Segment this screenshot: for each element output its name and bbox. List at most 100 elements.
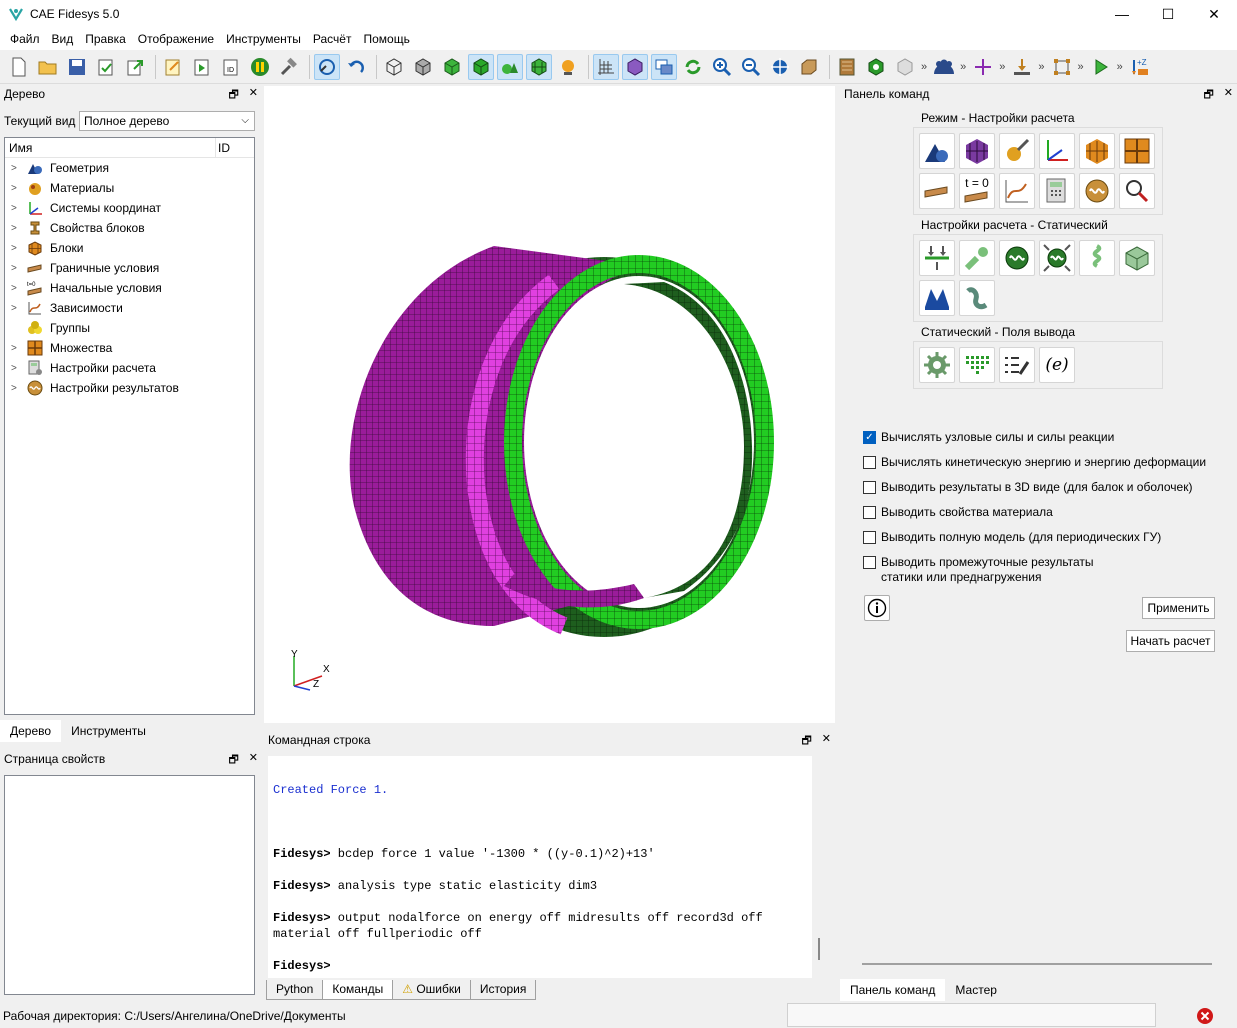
tab-tree[interactable]: Дерево [0,720,62,742]
box-button[interactable] [796,54,822,80]
output-options-button[interactable] [999,347,1035,383]
checkbox[interactable]: ✓ [863,431,876,444]
minimize-button[interactable]: — [1099,0,1145,28]
checkbox[interactable] [863,556,876,569]
build-button[interactable] [276,54,302,80]
tree-item[interactable]: > Материалы [5,178,254,198]
chevron-right-icon[interactable]: > [11,363,17,374]
transparency-button[interactable] [892,54,918,80]
geometry-mode-button[interactable] [919,133,955,169]
menu-view[interactable]: Вид [46,32,80,46]
mesh-quality-button[interactable] [863,54,889,80]
chevron-right-icon[interactable]: > [11,163,17,174]
command-scrollbar[interactable] [812,756,829,978]
chevron-right-icon[interactable]: > [11,303,17,314]
tab-tools[interactable]: Инструменты [61,720,156,742]
blocks-mode-button[interactable] [1079,133,1115,169]
chevron-right-icon[interactable]: > [11,283,17,294]
close-panel-icon[interactable]: ✕ [822,732,831,751]
col-name-header[interactable]: Имя [9,141,32,155]
menu-help[interactable]: Помощь [357,32,415,46]
texture-button[interactable] [834,54,860,80]
lighting-button[interactable] [555,54,581,80]
output-option-checkbox-row[interactable]: ✓ Вычислять узловые силы и силы реакции [863,430,1114,444]
output-option-checkbox-row[interactable]: Выводить свойства материала [863,505,1053,519]
maximize-button[interactable]: ☐ [1145,0,1191,28]
checkbox[interactable] [863,481,876,494]
load-steps-button[interactable] [919,240,955,276]
output-option-checkbox-row[interactable]: Выводить результаты в 3D виде (для балок… [863,480,1192,494]
zoom-out-button[interactable] [738,54,764,80]
float-panel-icon[interactable]: 🗗 [228,751,238,770]
prestress-button[interactable] [1039,240,1075,276]
tab-python[interactable]: Python [266,980,324,1000]
toolbar-overflow-icon[interactable]: » [960,61,966,73]
select-mode-button[interactable] [314,53,340,80]
materials-mode-button[interactable] [999,133,1035,169]
new-file-button[interactable] [6,54,32,80]
spring-button[interactable] [1079,240,1115,276]
shaded-button[interactable] [439,54,465,80]
inspect-mode-button[interactable] [1119,173,1155,209]
open-file-button[interactable] [35,54,61,80]
hidden-line-button[interactable] [410,54,436,80]
save-button[interactable] [64,54,90,80]
export-button[interactable] [122,54,148,80]
error-stop-icon[interactable] [1196,1007,1214,1025]
sort-axes-button[interactable]: +Z [1127,54,1153,80]
float-panel-icon[interactable]: 🗗 [228,86,238,105]
checkbox[interactable] [863,456,876,469]
tree-item[interactable]: > Системы координат [5,198,254,218]
solid-body-button[interactable] [1119,240,1155,276]
pause-button[interactable] [247,54,273,80]
mesh-mode-button[interactable] [959,133,995,169]
toolbar-overflow-icon[interactable]: » [999,61,1005,73]
graphics-viewport[interactable]: Y X Z [264,86,835,723]
tree-item[interactable]: > Геометрия [5,158,254,178]
tree-item[interactable]: Группы [5,318,254,338]
float-panel-icon[interactable]: 🗗 [1203,86,1213,105]
id-script-button[interactable]: ID [218,54,244,80]
toolbar-overflow-icon[interactable]: » [921,61,927,73]
float-panel-icon[interactable]: 🗗 [801,732,811,751]
chevron-right-icon[interactable]: > [11,203,17,214]
current-view-select[interactable]: Полное дерево ⌵ [79,111,255,131]
close-panel-icon[interactable]: ✕ [1224,86,1233,105]
undo-button[interactable] [343,54,369,80]
tree-item[interactable]: > Зависимости [5,298,254,318]
zoom-in-button[interactable] [709,54,735,80]
initial-conditions-mode-button[interactable]: t = 0 [959,173,995,209]
close-panel-icon[interactable]: ✕ [249,751,258,770]
toolbar-overflow-icon[interactable]: » [1117,61,1123,73]
checkbox[interactable] [863,506,876,519]
journal-editor-button[interactable] [160,54,186,80]
menu-calculation[interactable]: Расчёт [307,32,358,46]
col-id-header[interactable]: ID [218,141,230,155]
solid-shade-button[interactable] [468,53,494,80]
apply-button[interactable]: Применить [1142,597,1215,619]
tree-item[interactable]: > Граничные условия [5,258,254,278]
checkbox[interactable] [863,531,876,544]
tab-wizard[interactable]: Мастер [945,979,1007,1001]
close-window-button[interactable]: ✕ [1191,0,1237,28]
tree-item[interactable]: > Настройки результатов [5,378,254,398]
result-settings-mode-button[interactable] [1079,173,1115,209]
close-panel-icon[interactable]: ✕ [249,86,258,105]
boundary-box-button[interactable] [1049,54,1075,80]
toolbar-overflow-icon[interactable]: » [1038,61,1044,73]
import-button[interactable] [93,54,119,80]
sets-mode-button[interactable] [1119,133,1155,169]
command-output[interactable]: Created Force 1. Fidesys> bcdep force 1 … [268,756,812,978]
output-expression-button[interactable]: (e) [1039,347,1075,383]
load-button[interactable] [1009,54,1035,80]
grid-button[interactable] [593,53,619,80]
chevron-right-icon[interactable]: > [11,183,17,194]
nonlinear-button[interactable] [999,240,1035,276]
coordinate-mode-button[interactable] [1039,133,1075,169]
perspective-button[interactable] [622,53,648,80]
output-option-checkbox-row[interactable]: Выводить полную модель (для периодически… [863,530,1161,544]
dependencies-mode-button[interactable] [999,173,1035,209]
chevron-right-icon[interactable]: > [11,343,17,354]
output-option-checkbox-row[interactable]: Выводить промежуточные результаты статик… [863,555,1121,585]
refresh-button[interactable] [680,54,706,80]
